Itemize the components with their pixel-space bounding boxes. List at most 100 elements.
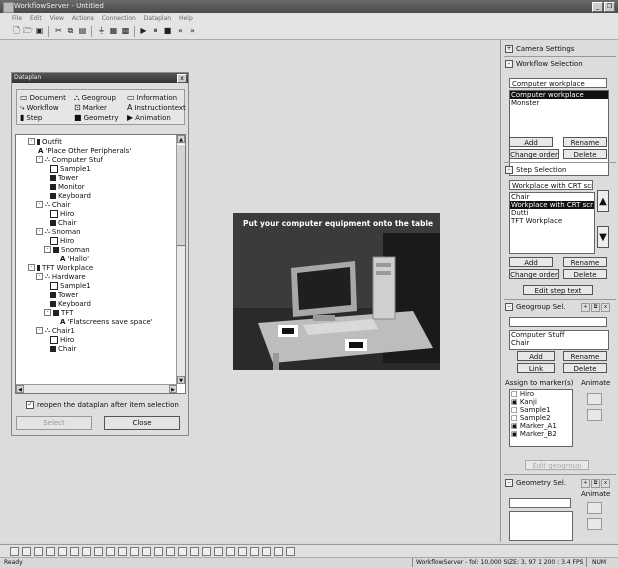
geometry-name-input[interactable] — [509, 498, 571, 508]
tree-node[interactable]: - TFT — [44, 308, 73, 317]
tool-icon[interactable] — [142, 547, 151, 556]
tree-horizontal-scrollbar[interactable]: ◀ ▶ — [16, 384, 177, 393]
tree-node[interactable]: A 'Place Other Peripherals' — [38, 146, 131, 155]
step-rename-button[interactable]: Rename — [563, 257, 607, 267]
tool-icon[interactable] — [22, 547, 31, 556]
filter-icon[interactable]: ⏚ — [97, 26, 106, 36]
tool-icon[interactable] — [106, 547, 115, 556]
tool-icon[interactable] — [34, 547, 43, 556]
tool-icon[interactable] — [238, 547, 247, 556]
menu-help[interactable]: Help — [179, 13, 193, 24]
tree-vertical-scrollbar[interactable]: ▲ ▼ — [176, 135, 185, 384]
tool-icon[interactable] — [10, 547, 19, 556]
scroll-down-icon[interactable]: ▼ — [177, 376, 185, 384]
geogroup-name-input[interactable] — [509, 317, 607, 327]
play-icon[interactable]: ▶ — [139, 26, 148, 36]
tree-node[interactable]: - ⛬ Chair — [36, 200, 70, 209]
tree-node[interactable]: - Snoman — [44, 245, 90, 254]
tool-icon[interactable] — [154, 547, 163, 556]
tool-icon[interactable] — [262, 547, 271, 556]
tree-node[interactable]: Sample1 — [50, 164, 91, 173]
geometry-list[interactable] — [509, 511, 573, 541]
list-item[interactable]: Chair — [510, 339, 608, 347]
list-item[interactable]: Computer workplace — [510, 91, 608, 99]
scroll-left-icon[interactable]: ◀ — [16, 385, 24, 393]
forward-icon[interactable]: » — [188, 26, 197, 36]
cut-icon[interactable]: ✂ — [54, 26, 63, 36]
scroll-right-icon[interactable]: ▶ — [169, 385, 177, 393]
dataplan-tree[interactable]: - Outfit A 'Place Other Peripherals' - ⛬ Com… — [15, 134, 186, 394]
tool-icon[interactable] — [58, 547, 67, 556]
step-down-arrow-icon[interactable]: ▼ — [597, 226, 609, 248]
tree-node[interactable]: - ⛬ Snoman — [36, 227, 81, 236]
step-add-button[interactable]: Add — [509, 257, 553, 267]
collapse-icon[interactable]: - — [505, 478, 513, 487]
stop-icon[interactable]: ■ — [163, 26, 172, 36]
menu-dataplan[interactable]: Dataplan — [144, 13, 171, 24]
menu-connection[interactable]: Connection — [102, 13, 136, 24]
save-icon[interactable]: ▣ — [35, 26, 44, 36]
copy-icon[interactable]: ⧉ — [66, 26, 75, 36]
tool-icon[interactable] — [166, 547, 175, 556]
edit-geogroup-button[interactable]: Edit geogroup — [525, 460, 589, 470]
list-item[interactable]: ▣ Marker_B2 — [510, 430, 572, 438]
tree-node[interactable]: - TFT Workplace — [28, 263, 93, 272]
dialog-close-icon[interactable]: x — [177, 74, 187, 83]
step-name-input[interactable]: Workplace with CRT scr — [509, 180, 593, 190]
tree-node[interactable]: Tower — [50, 173, 78, 182]
tree-node[interactable]: Sample1 — [50, 281, 91, 290]
remove-icon[interactable]: x — [601, 479, 610, 488]
edit-step-text-button[interactable]: Edit step text — [523, 285, 593, 295]
animate-stop-button[interactable] — [587, 409, 602, 421]
reopen-checkbox[interactable]: ✓ — [26, 401, 34, 409]
tool-icon[interactable] — [274, 547, 283, 556]
camera-settings-header[interactable]: + Camera Settings — [505, 44, 574, 53]
add-icon[interactable]: + — [581, 479, 590, 488]
step-up-arrow-icon[interactable]: ▲ — [597, 190, 609, 212]
layout-icon[interactable]: ▦ — [109, 26, 118, 36]
rewind-icon[interactable]: « — [176, 26, 185, 36]
add-icon[interactable]: + — [581, 303, 590, 312]
list-item[interactable]: ▣ Marker_A1 — [510, 422, 572, 430]
restore-button[interactable]: ❐ — [604, 2, 615, 12]
geogroup-add-button[interactable]: Add — [517, 351, 555, 361]
copy-icon[interactable]: ⧉ — [591, 303, 600, 312]
menu-edit[interactable]: Edit — [30, 13, 42, 24]
tree-node[interactable]: Chair — [50, 344, 76, 353]
tree-node[interactable]: Hiro — [50, 236, 74, 245]
geometry-animate-play-button[interactable] — [587, 502, 602, 514]
geometry-animate-stop-button[interactable] — [587, 518, 602, 530]
tree-node[interactable]: - ⛬ Computer Stuf — [36, 155, 103, 164]
workflow-selection-header[interactable]: - Workflow Selection — [505, 59, 583, 68]
list-item[interactable]: Workplace with CRT scr — [510, 201, 594, 209]
tool-icon[interactable] — [178, 547, 187, 556]
list-item[interactable]: Dutti — [510, 209, 594, 217]
list-item[interactable]: □ Hiro — [510, 390, 572, 398]
scroll-thumb[interactable] — [177, 144, 185, 246]
close-button[interactable]: Close — [104, 416, 180, 430]
tool-icon[interactable] — [94, 547, 103, 556]
tool-icon[interactable] — [250, 547, 259, 556]
menu-file[interactable]: File — [12, 13, 22, 24]
tool-icon[interactable] — [46, 547, 55, 556]
tree-node[interactable]: Chair — [50, 218, 76, 227]
paste-icon[interactable]: ▤ — [78, 26, 87, 36]
collapse-icon[interactable]: - — [505, 165, 513, 174]
menu-actions[interactable]: Actions — [72, 13, 94, 24]
list-item[interactable]: Monster — [510, 99, 608, 107]
tree-node[interactable]: Tower — [50, 290, 78, 299]
tool-icon[interactable] — [190, 547, 199, 556]
geogroup-link-button[interactable]: Link — [517, 363, 555, 373]
tree-node[interactable]: - Outfit — [28, 137, 62, 146]
tree-node[interactable]: - ⛬ Chair1 — [36, 326, 75, 335]
workflow-list[interactable]: Computer workplace Monster — [509, 90, 609, 176]
reopen-option[interactable]: ✓ reopen the dataplan after item selecti… — [26, 401, 179, 409]
collapse-icon[interactable]: - — [505, 59, 513, 68]
step-delete-button[interactable]: Delete — [563, 269, 607, 279]
list-item[interactable]: TFT Workplace — [510, 217, 594, 225]
step-selection-header[interactable]: - Step Selection — [505, 165, 566, 174]
step-change-order-button[interactable]: Change order — [509, 269, 559, 279]
open-folder-icon[interactable]: 🗁 — [23, 26, 33, 36]
tool-icon[interactable] — [226, 547, 235, 556]
pause-icon[interactable]: ⏸ — [151, 26, 160, 36]
